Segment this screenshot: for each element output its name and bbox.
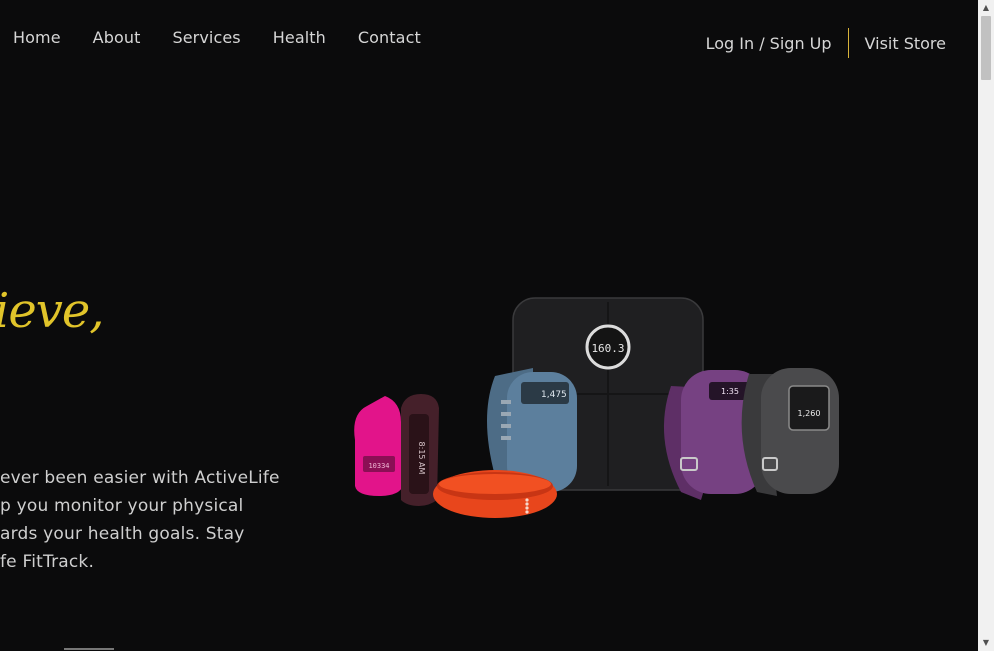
main-nav: Home About Services Health Contact [13,28,453,47]
nav-contact[interactable]: Contact [358,28,421,47]
scrollbar-thumb[interactable] [981,16,991,80]
scroll-up-icon[interactable]: ▲ [978,0,994,16]
scale-reading: 160.3 [591,342,624,355]
hero-copy-line: p you monitor your physical [0,496,244,516]
hero-underline [64,648,114,650]
hero-description: ever been easier with ActiveLife p you m… [0,464,300,576]
nav-health[interactable]: Health [273,28,326,47]
flex-reading: 8:15 AM [417,442,426,475]
hero-copy-line: ever been easier with ActiveLife [0,468,280,488]
purple-band-reading: 1:35 [721,387,739,396]
login-signup-link[interactable]: Log In / Sign Up [706,34,832,53]
orange-band [433,470,557,518]
nav-divider [847,28,849,58]
nav-services[interactable]: Services [172,28,240,47]
page: Home About Services Health Contact Log I… [0,0,978,651]
hero-heading: ieve, [0,283,105,339]
account-nav: Log In / Sign Up Visit Store [706,28,946,58]
watch-reading: 1,260 [798,409,821,418]
pink-clip: 10334 [354,396,403,496]
scroll-down-icon[interactable]: ▼ [978,635,994,651]
blue-band-reading: 1,475 [541,390,567,400]
hero-copy-line: fe FitTrack. [0,552,95,572]
black-watch: 1,260 [741,368,839,496]
vertical-scrollbar[interactable]: ▲ ▼ [978,0,994,651]
nav-about[interactable]: About [93,28,141,47]
nav-home[interactable]: Home [13,28,61,47]
visit-store-link[interactable]: Visit Store [865,34,946,53]
clip-reading: 10334 [368,462,389,470]
maroon-band: 8:15 AM [401,394,439,506]
fitness-products-image: 160.3 1,475 10334 8:15 AM 1:35 1,260 [354,297,839,518]
hero-copy-line: ards your health goals. Stay [0,524,245,544]
